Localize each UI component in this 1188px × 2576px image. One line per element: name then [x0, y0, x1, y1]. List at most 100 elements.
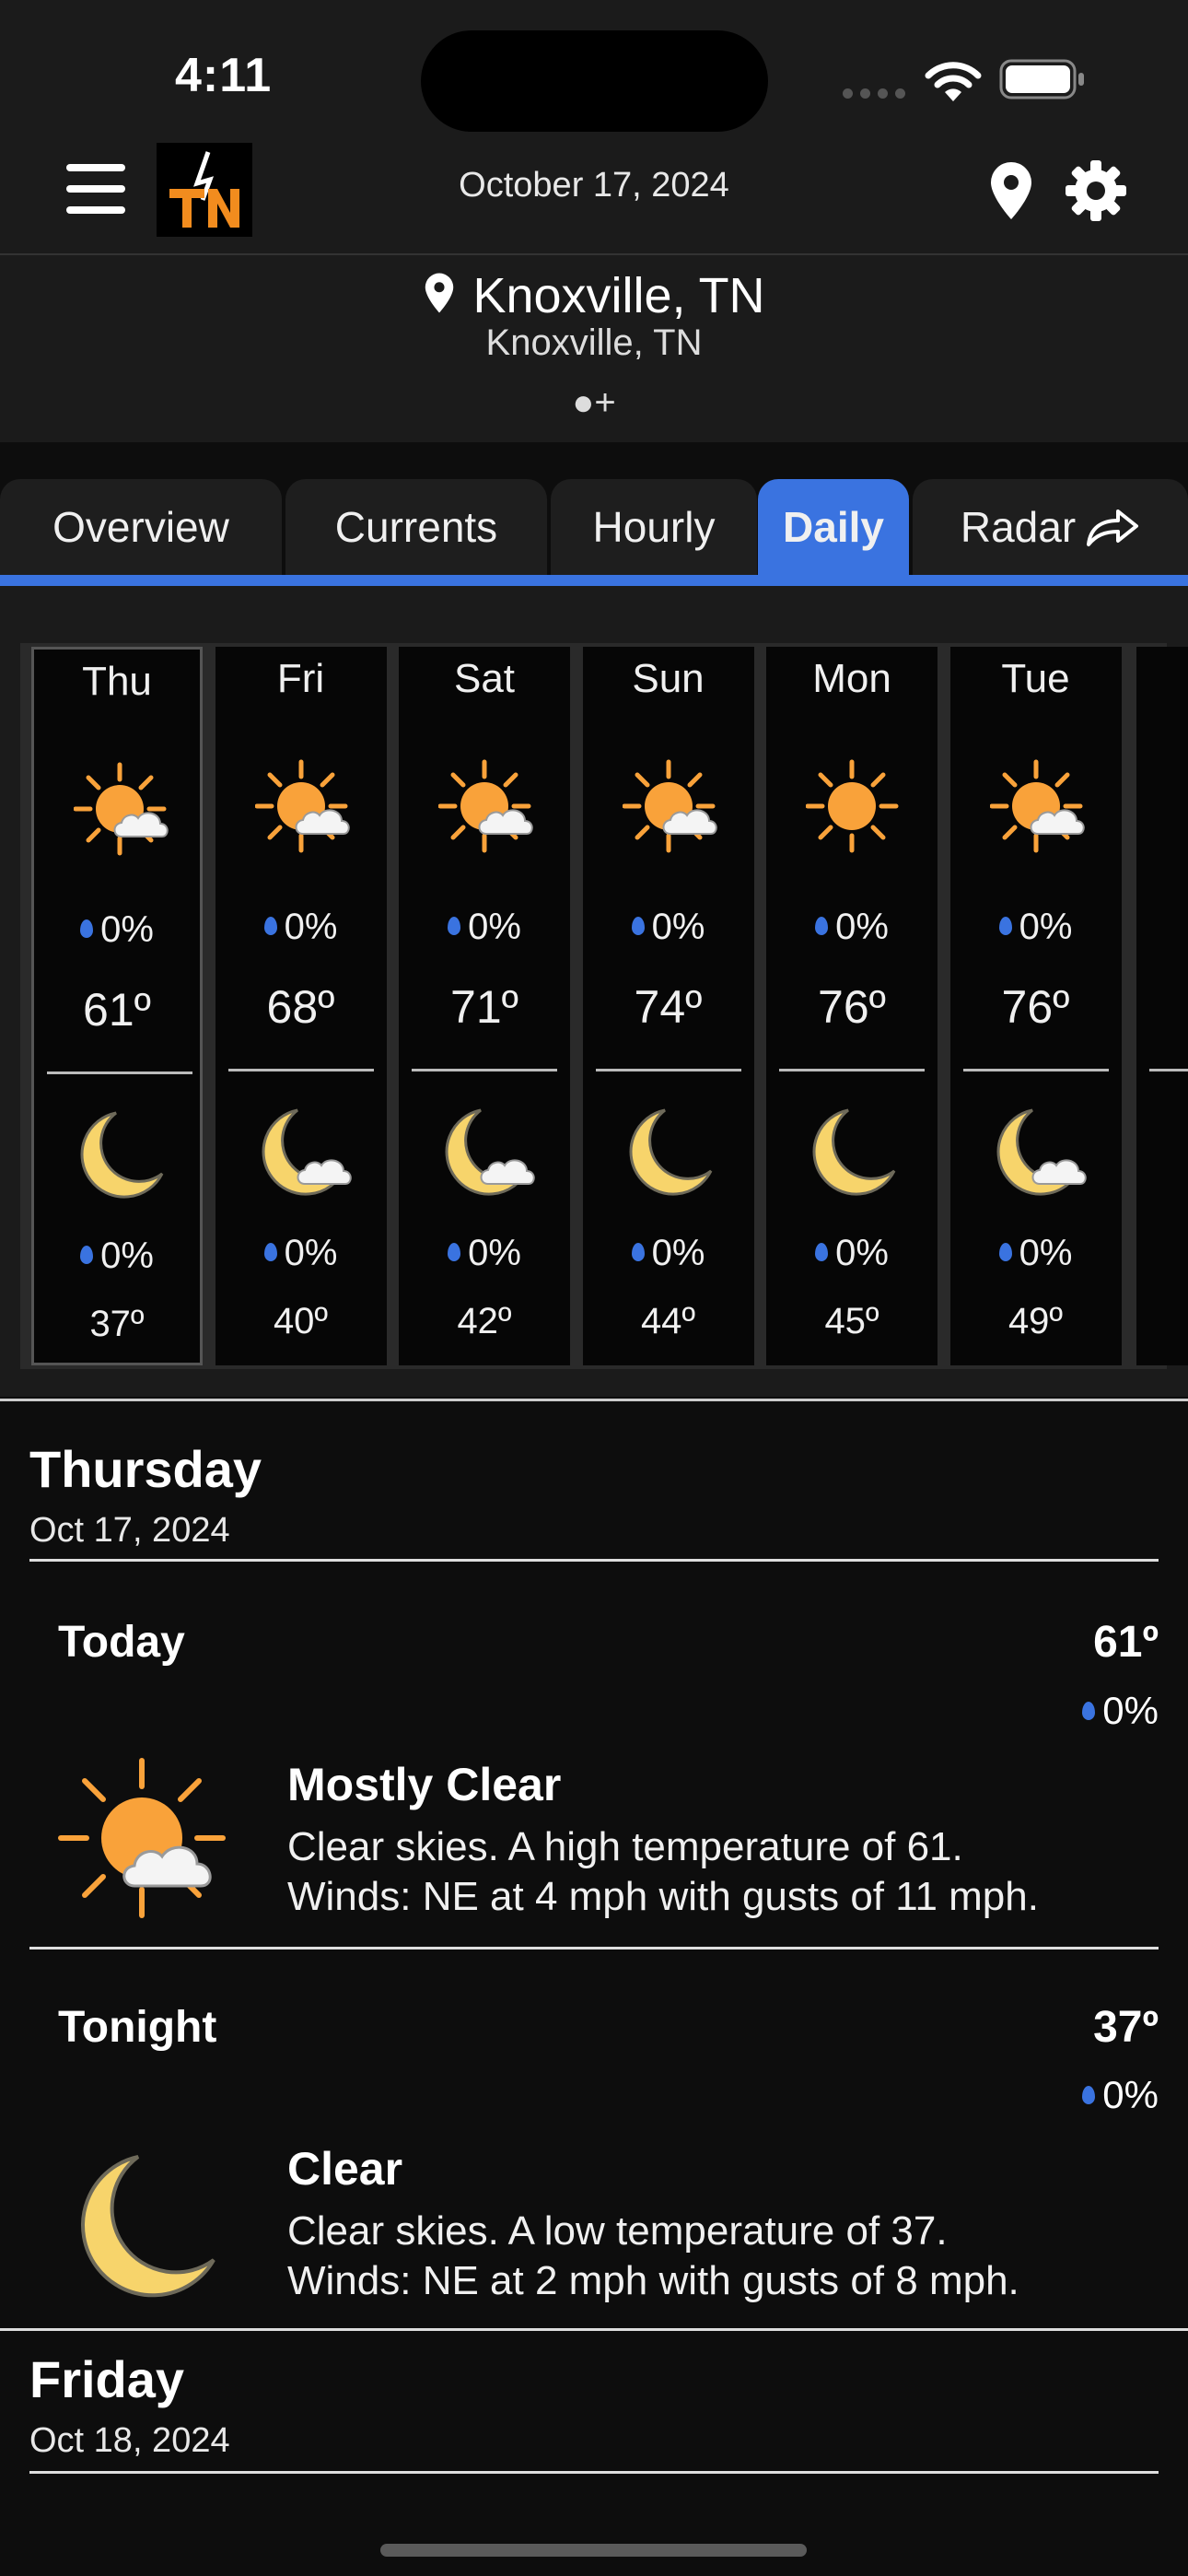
location-pin-icon: [425, 273, 454, 313]
raindrop-icon: [448, 917, 461, 936]
tab-currents[interactable]: Currents: [285, 479, 547, 575]
night-rain-chance: 0%: [215, 1233, 387, 1274]
moon-icon: [629, 1108, 712, 1196]
night-low-temp: 42º: [457, 1301, 512, 1341]
sun-cloud-icon: [989, 759, 1085, 853]
period-label-tonight: Tonight: [58, 2003, 217, 2052]
home-indicator[interactable]: [380, 2544, 807, 2557]
header-date: October 17, 2024: [459, 166, 729, 205]
raindrop-icon: [998, 917, 1012, 936]
sun-icon: [806, 759, 899, 853]
raindrop-icon: [80, 919, 94, 939]
battery-icon: [999, 59, 1084, 100]
moon-icon: [80, 1111, 164, 1199]
tab-daily[interactable]: Daily: [758, 479, 909, 575]
section-date-friday: Oct 18, 2024: [29, 2421, 230, 2460]
raindrop-icon: [815, 1243, 829, 1262]
tab-overview[interactable]: Overview: [0, 479, 282, 575]
day-name: Mon: [812, 656, 891, 701]
location-subname: Knoxville, TN: [485, 322, 703, 363]
divider: [227, 1069, 374, 1071]
night-low-temp: 44º: [640, 1301, 696, 1341]
location-name: Knoxville, TN: [472, 268, 765, 323]
divider: [29, 2471, 1159, 2474]
raindrop-icon: [80, 1246, 94, 1265]
day-high-temp: 76º: [818, 981, 886, 1033]
location-pin-icon[interactable]: [987, 160, 1035, 221]
day-rain-chance: 0%: [399, 907, 570, 948]
night-rain-chance: 0%: [766, 1233, 938, 1274]
period-temp-today: 61º: [1093, 1618, 1159, 1667]
section-title-friday: Friday: [29, 2350, 185, 2408]
raindrop-icon: [448, 1243, 461, 1262]
day-name: Thu: [82, 659, 152, 704]
raindrop-icon: [631, 917, 645, 936]
raindrop-icon: [998, 1243, 1012, 1262]
day-column-fri[interactable]: Fri 0% 68º 0% 40º: [215, 647, 387, 1365]
day-high-temp: 68º: [266, 981, 335, 1033]
night-rain-chance: 0%: [950, 1233, 1122, 1274]
day-high-temp: 61º: [83, 984, 151, 1036]
moon-cloud-icon: [445, 1108, 535, 1196]
period-rain-tonight: 0%: [1082, 2073, 1159, 2117]
description-tonight-line1: Clear skies. A low temperature of 37.: [287, 2208, 948, 2254]
night-low-temp: 49º: [1007, 1301, 1064, 1341]
day-column-sat[interactable]: Sat 0% 71º 0% 42º: [399, 647, 570, 1365]
location-pager[interactable]: ●+: [0, 382, 1188, 424]
day-high-temp: 74º: [634, 981, 703, 1033]
raindrop-icon: [815, 917, 829, 936]
day-high-temp: 76º: [1001, 981, 1070, 1033]
location-title[interactable]: Knoxville, TN: [0, 267, 1188, 324]
description-tonight-line2: Winds: NE at 2 mph with gusts of 8 mph.: [287, 2258, 1019, 2303]
night-rain-chance: 0%: [583, 1233, 754, 1274]
night-low-temp: 45º: [824, 1301, 879, 1341]
period-label-today: Today: [58, 1618, 185, 1667]
day-high-temp: 71º: [450, 981, 518, 1033]
share-arrow-icon: [1087, 509, 1139, 546]
period-temp-tonight: 37º: [1093, 2003, 1159, 2052]
day-column-sun[interactable]: Sun 0% 74º 0% 44º: [582, 647, 754, 1365]
moon-icon: [81, 2155, 215, 2298]
description-today-line1: Clear skies. A high temperature of 61.: [287, 1824, 963, 1869]
period-rain-today: 0%: [1082, 1689, 1159, 1733]
night-rain-chance: 0%: [34, 1235, 200, 1277]
divider: [0, 1399, 1188, 1401]
moon-cloud-icon: [262, 1108, 352, 1196]
day-name: Sun: [632, 656, 705, 701]
day-rain-chance: 0%: [950, 907, 1122, 948]
night-low-temp: 37º: [89, 1304, 145, 1344]
sun-cloud-icon: [58, 1758, 226, 1918]
hamburger-menu-icon[interactable]: [66, 164, 125, 216]
divider: [962, 1069, 1109, 1071]
divider: [412, 1069, 557, 1071]
divider: [0, 2328, 1188, 2331]
day-rain-chance: 0%: [215, 907, 387, 948]
tab-radar[interactable]: Radar: [913, 479, 1188, 575]
day-rain-chance: 0%: [583, 907, 754, 948]
divider: [29, 1947, 1159, 1950]
divider: [47, 1071, 192, 1074]
day-column-thu[interactable]: Thu 0% 61º 0% 37º: [31, 647, 203, 1365]
dynamic-island: [421, 30, 768, 132]
condition-today: Mostly Clear: [287, 1759, 562, 1810]
day-rain-chance: 0%: [766, 907, 938, 948]
day-rain-chance: 0%: [34, 909, 200, 951]
day-column-tue[interactable]: Tue 0% 76º 0% 49º: [949, 647, 1122, 1365]
day-name: Sat: [453, 656, 516, 701]
divider: [29, 1559, 1159, 1562]
raindrop-icon: [1082, 2085, 1096, 2104]
raindrop-icon: [631, 1243, 645, 1262]
tab-hourly[interactable]: Hourly: [551, 479, 757, 575]
moon-icon: [812, 1108, 896, 1196]
night-rain-chance: 0%: [399, 1233, 570, 1274]
moon-cloud-icon: [996, 1108, 1087, 1196]
raindrop-icon: [263, 1243, 277, 1262]
day-column-mon[interactable]: Mon 0% 76º 0% 45º: [766, 647, 938, 1365]
day-column-partial[interactable]: [1136, 647, 1188, 1365]
day-name: Fri: [276, 656, 325, 701]
settings-gear-icon[interactable]: [1064, 158, 1128, 223]
divider: [595, 1069, 741, 1071]
raindrop-icon: [1082, 1701, 1096, 1720]
cellular-signal-icon: [843, 87, 913, 103]
sun-cloud-icon: [438, 759, 533, 853]
